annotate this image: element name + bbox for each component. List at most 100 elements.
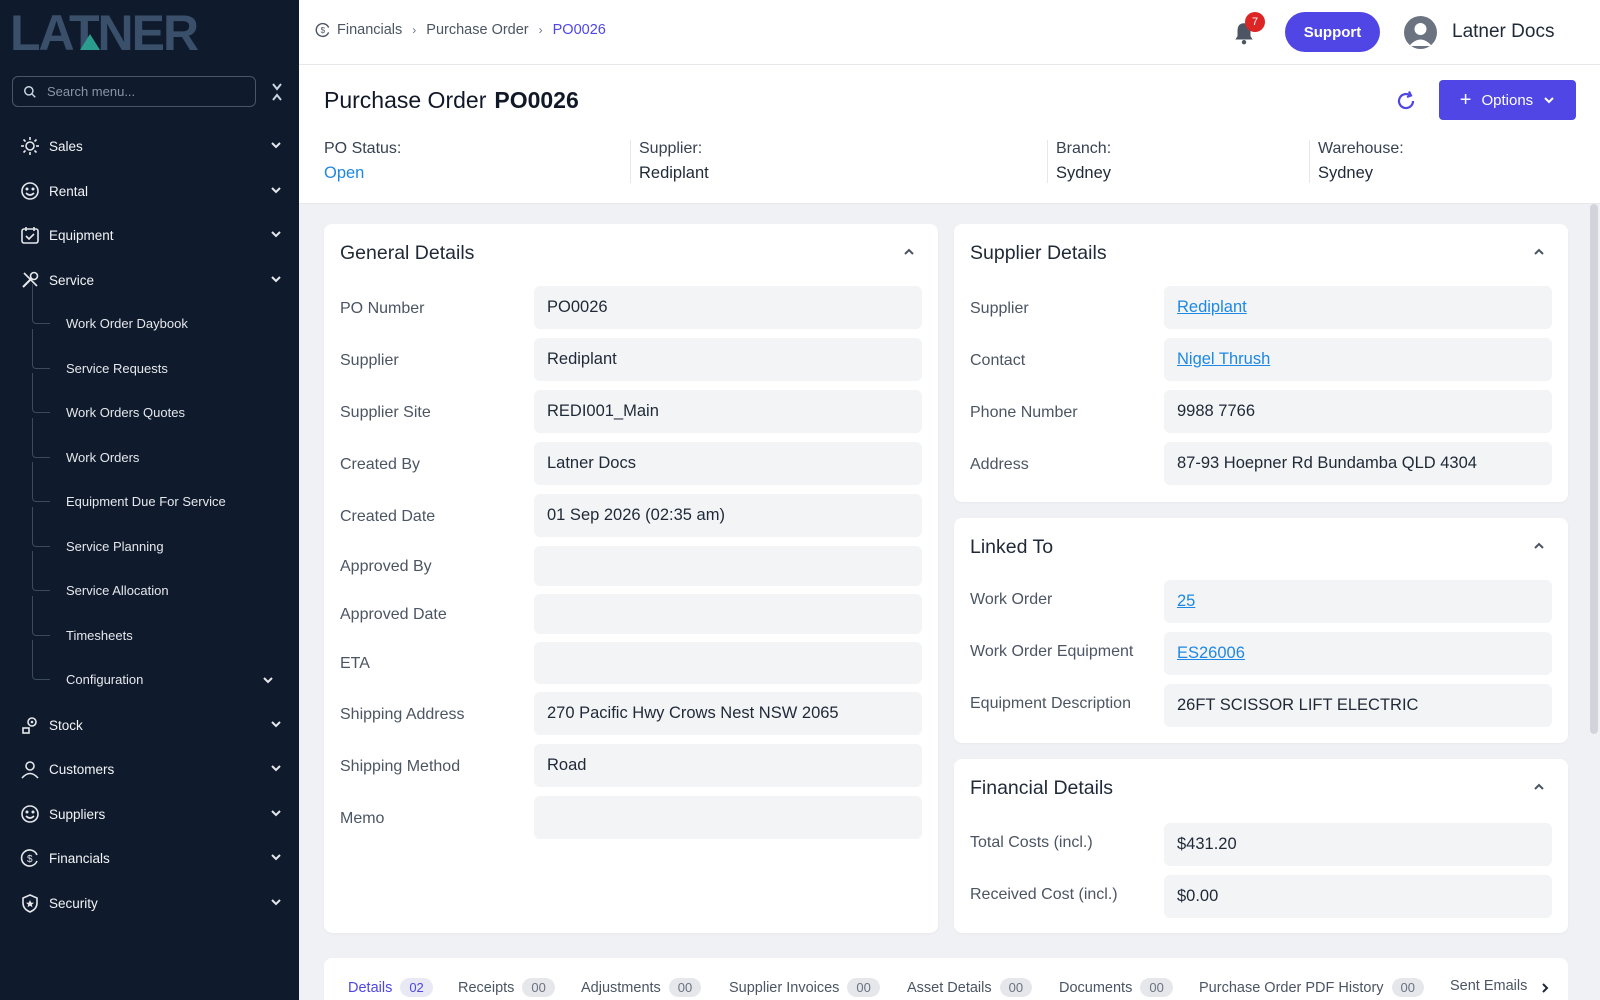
field-label: Equipment Description [970,695,1131,712]
branch-stat: Branch: Sydney [1047,140,1111,183]
tabs-scroll-right-button[interactable] [1535,978,1555,998]
subitem-label: Service Requests [66,361,168,376]
sidebar-item-rental[interactable]: Rental [0,171,299,211]
supplier-link[interactable]: Rediplant [1164,286,1552,329]
sidebar-item-sales[interactable]: Sales [0,126,299,166]
page-title: Purchase Order PO0026 [324,87,579,114]
menu-search[interactable] [12,76,256,107]
notification-count-badge: 7 [1245,12,1265,32]
chevron-down-icon [271,810,281,817]
chevron-down-icon [271,276,281,283]
sidebar-item-label: Stock [49,717,83,733]
po-status-value: Open [324,164,365,182]
tab-adjustments[interactable]: Adjustments 00 [581,978,702,997]
chevron-down-icon [271,899,281,906]
field-label: Shipping Method [340,758,461,775]
po-status-stat: PO Status: Open [324,140,401,183]
tab-po-pdf-history[interactable]: Purchase Order PDF History 00 [1199,978,1424,997]
tab-label: Receipts [458,979,515,996]
suppliers-icon [19,803,41,825]
field-label: Phone Number [970,404,1078,421]
sidebar-item-suppliers[interactable]: Suppliers [0,794,299,834]
breadcrumb-financials[interactable]: Financials [337,22,402,38]
field-label: Total Costs (incl.) [970,834,1093,851]
eta-field [534,642,922,684]
sidebar-item-label: Security [49,895,98,911]
collapse-supplier-button[interactable] [1529,242,1549,262]
sidebar-item-label: Suppliers [49,806,106,822]
card-title: Linked To [970,536,1054,558]
field-label: Memo [340,810,385,827]
search-input[interactable] [47,84,237,99]
breadcrumb: $ Financials › Purchase Order › PO0026 [315,22,606,38]
sidebar-item-equipment[interactable]: Equipment [0,215,299,255]
page-scrollbar[interactable] [1590,204,1598,734]
chevron-up-icon [1534,248,1544,255]
tab-receipts[interactable]: Receipts 00 [458,978,555,997]
shipping-address-field: 270 Pacific Hwy Crows Nest NSW 2065 [534,692,922,735]
sidebar-item-customers[interactable]: Customers [0,749,299,789]
collapse-sidebar-button[interactable] [266,80,288,104]
chevron-down-icon [271,721,281,728]
supplier-field: Rediplant [534,338,922,381]
search-icon [24,85,36,98]
created-date-field: 01 Sep 2026 (02:35 am) [534,494,922,537]
tab-label: Details [348,979,393,996]
shield-icon [19,892,41,914]
user-name[interactable]: Latner Docs [1452,21,1554,43]
tab-label: Asset Details [907,979,992,996]
financials-icon: $ [315,22,330,38]
card-title: Financial Details [970,777,1114,799]
sidebar-subitem-configuration[interactable]: Configuration [0,640,299,700]
tab-documents[interactable]: Documents 00 [1059,978,1173,997]
avatar[interactable] [1404,16,1437,49]
equipment-description-field: 26FT SCISSOR LIFT ELECTRIC [1164,684,1552,727]
sidebar-item-security[interactable]: Security [0,883,299,923]
financials-icon: $ [19,847,41,869]
subitem-label: Configuration [66,672,144,687]
tab-count: 00 [1140,978,1173,997]
tab-label: Adjustments [581,979,661,996]
options-label: Options [1481,91,1534,109]
stat-label: PO Status: [324,140,402,157]
tab-asset-details[interactable]: Asset Details 00 [907,978,1033,997]
collapse-linked-button[interactable] [1529,536,1549,556]
tab-supplier-invoices[interactable]: Supplier Invoices 00 [729,978,880,997]
title-prefix: Purchase Order [324,87,487,113]
rental-icon [19,180,41,202]
tab-sent-emails[interactable]: Sent Emails [1450,978,1527,994]
subitem-label: Service Allocation [66,583,169,598]
refresh-icon[interactable] [1394,89,1418,113]
field-label: Supplier Site [340,404,431,421]
chevron-up-icon [1534,783,1544,790]
sidebar: LATNER Sales Rental Equipment Service Wo… [0,0,299,1000]
sidebar-item-label: Service [49,272,95,288]
approved-by-field [534,546,922,586]
stat-label: Warehouse: [1318,140,1404,157]
contact-link[interactable]: Nigel Thrush [1164,338,1552,381]
general-details-card: General Details PO Number PO0026 Supplie… [324,224,938,933]
field-label: PO Number [340,300,425,317]
address-field: 87-93 Hoepner Rd Bundamba QLD 4304 [1164,442,1552,485]
work-order-equipment-link[interactable]: ES26006 [1164,632,1552,675]
tab-count: 00 [522,978,555,997]
chevron-down-icon [263,677,273,684]
warehouse-stat: Warehouse: Sydney [1309,140,1404,183]
collapse-icon [272,83,282,101]
breadcrumb-purchase-order[interactable]: Purchase Order [426,22,528,38]
options-button[interactable]: + Options [1439,80,1576,120]
collapse-financial-button[interactable] [1529,777,1549,797]
sidebar-item-financials[interactable]: $ Financials [0,838,299,878]
field-label: Contact [970,352,1026,369]
work-order-link[interactable]: 25 [1164,580,1552,623]
support-button[interactable]: Support [1285,12,1380,52]
subitem-label: Equipment Due For Service [66,494,226,509]
plus-icon: + [1459,89,1472,111]
field-label: Supplier [970,300,1029,317]
tab-details[interactable]: Details 02 [348,978,433,997]
svg-text:$: $ [27,854,33,865]
supplier-stat: Supplier: Rediplant [630,140,709,183]
collapse-general-button[interactable] [899,242,919,262]
sidebar-item-stock[interactable]: Stock [0,705,299,745]
memo-field [534,796,922,839]
